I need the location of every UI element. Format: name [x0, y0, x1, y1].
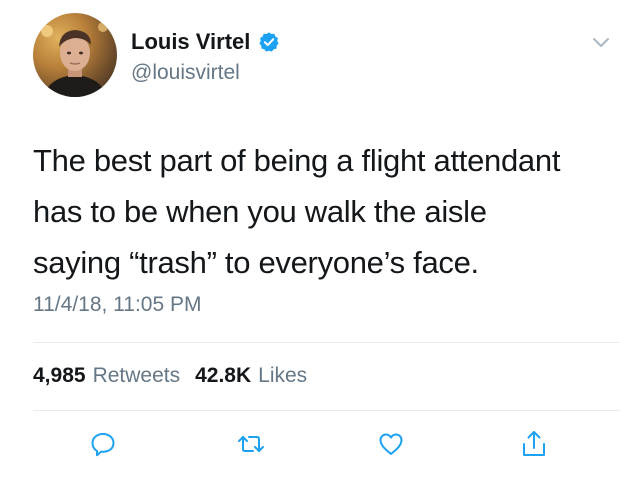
like-button[interactable]: [374, 427, 408, 461]
divider: [33, 342, 620, 343]
retweets-label[interactable]: Retweets: [93, 363, 181, 389]
share-button[interactable]: [517, 427, 551, 461]
author-name-row[interactable]: Louis Virtel: [131, 29, 280, 55]
retweets-count[interactable]: 4,985: [33, 363, 86, 389]
tweet-timestamp[interactable]: 11/4/18, 11:05 PM: [33, 292, 202, 318]
verified-badge-icon: [258, 31, 280, 53]
reply-icon: [91, 433, 115, 457]
heart-icon: [379, 433, 403, 455]
avatar[interactable]: [33, 13, 117, 97]
profile-photo: [41, 22, 108, 97]
more-options-chevron-down-icon[interactable]: [590, 31, 612, 53]
author-handle[interactable]: @louisvirtel: [131, 60, 240, 86]
retweet-icon: [238, 436, 264, 452]
engagement-stats: 4,985 Retweets 42.8K Likes: [33, 363, 315, 389]
reply-button[interactable]: [86, 427, 120, 461]
tweet-text-line: has to be when you walk the aisle: [33, 194, 487, 229]
tweet-actions-bar: [0, 427, 640, 461]
share-icon: [523, 431, 545, 456]
divider: [33, 410, 620, 411]
tweet-text-line: The best part of being a flight attendan…: [33, 143, 561, 178]
tweet-text-line: saying “trash” to everyone’s face.: [33, 245, 479, 280]
retweet-button[interactable]: [234, 427, 268, 461]
tweet-text: The best part of being a flight attendan…: [33, 135, 623, 288]
likes-label[interactable]: Likes: [258, 363, 307, 389]
author-display-name[interactable]: Louis Virtel: [131, 29, 250, 55]
likes-count[interactable]: 42.8K: [195, 363, 251, 389]
